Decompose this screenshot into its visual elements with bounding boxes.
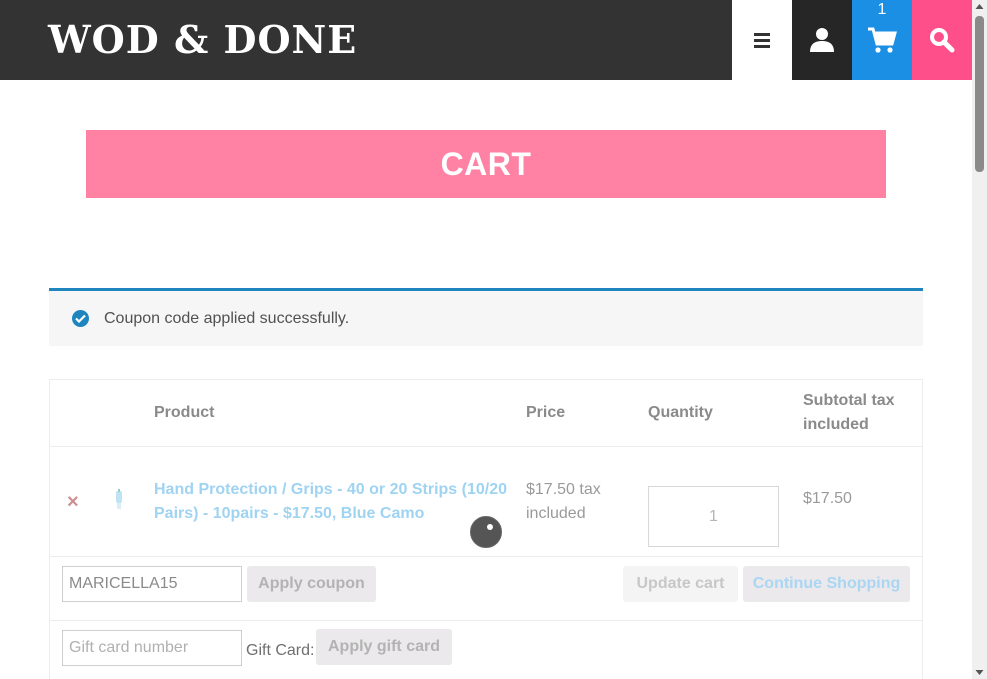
quantity-input[interactable] xyxy=(648,486,779,547)
subtotal-header-line1: Subtotal tax xyxy=(803,392,895,409)
cart-count-badge: 1 xyxy=(877,1,887,18)
search-button[interactable] xyxy=(912,0,972,80)
coupon-success-notice: Coupon code applied successfully. xyxy=(49,288,923,346)
hamburger-icon xyxy=(754,33,770,48)
page-title-banner: CART xyxy=(86,130,886,198)
table-header: Product Price Quantity Subtotal tax incl… xyxy=(50,380,922,447)
price-line2: included xyxy=(526,505,586,522)
cursor-indicator xyxy=(470,516,502,548)
page-scrollbar[interactable] xyxy=(972,0,987,679)
apply-gift-card-button[interactable]: Apply gift card xyxy=(316,629,452,665)
coupon-code-input[interactable] xyxy=(62,566,242,602)
gift-card-label: Gift Card: xyxy=(246,642,315,659)
scroll-down-arrow-icon[interactable] xyxy=(972,665,987,679)
shopping-cart-icon xyxy=(868,27,897,53)
cart-button[interactable]: 1 xyxy=(852,0,912,80)
notice-message: Coupon code applied successfully. xyxy=(104,309,350,327)
scroll-up-arrow-icon[interactable] xyxy=(972,0,987,14)
cart-actions-row: Apply coupon Update cart Continue Shoppi… xyxy=(50,557,922,621)
account-button[interactable] xyxy=(792,0,852,80)
gift-card-row: Gift Card: Apply gift card xyxy=(50,621,922,679)
gift-card-input[interactable] xyxy=(62,630,242,666)
apply-coupon-button[interactable]: Apply coupon xyxy=(247,566,376,602)
product-name-link[interactable]: Hand Protection / Grips - 40 or 20 Strip… xyxy=(154,478,509,526)
product-price: $17.50 tax included xyxy=(526,478,626,526)
product-thumbnail[interactable] xyxy=(112,489,126,511)
update-cart-button[interactable]: Update cart xyxy=(623,566,738,602)
column-header-product: Product xyxy=(154,404,215,421)
subtotal-header-line2: included xyxy=(803,416,869,433)
product-subtotal: $17.50 xyxy=(803,490,852,507)
user-icon xyxy=(810,28,834,52)
search-icon xyxy=(930,28,955,53)
scrollbar-thumb[interactable] xyxy=(975,16,984,172)
check-circle-icon xyxy=(72,310,89,327)
site-header: WOD & DONE 1 xyxy=(0,0,972,80)
page-title: CART xyxy=(440,145,532,182)
column-header-quantity: Quantity xyxy=(648,404,713,421)
column-header-subtotal: Subtotal tax included xyxy=(803,389,895,437)
remove-item-button[interactable]: × xyxy=(67,491,79,514)
continue-shopping-button[interactable]: Continue Shopping xyxy=(743,566,910,602)
column-header-price: Price xyxy=(526,404,566,421)
price-line1: $17.50 tax xyxy=(526,481,601,498)
site-logo[interactable]: WOD & DONE xyxy=(48,16,357,64)
menu-button[interactable] xyxy=(732,0,792,80)
